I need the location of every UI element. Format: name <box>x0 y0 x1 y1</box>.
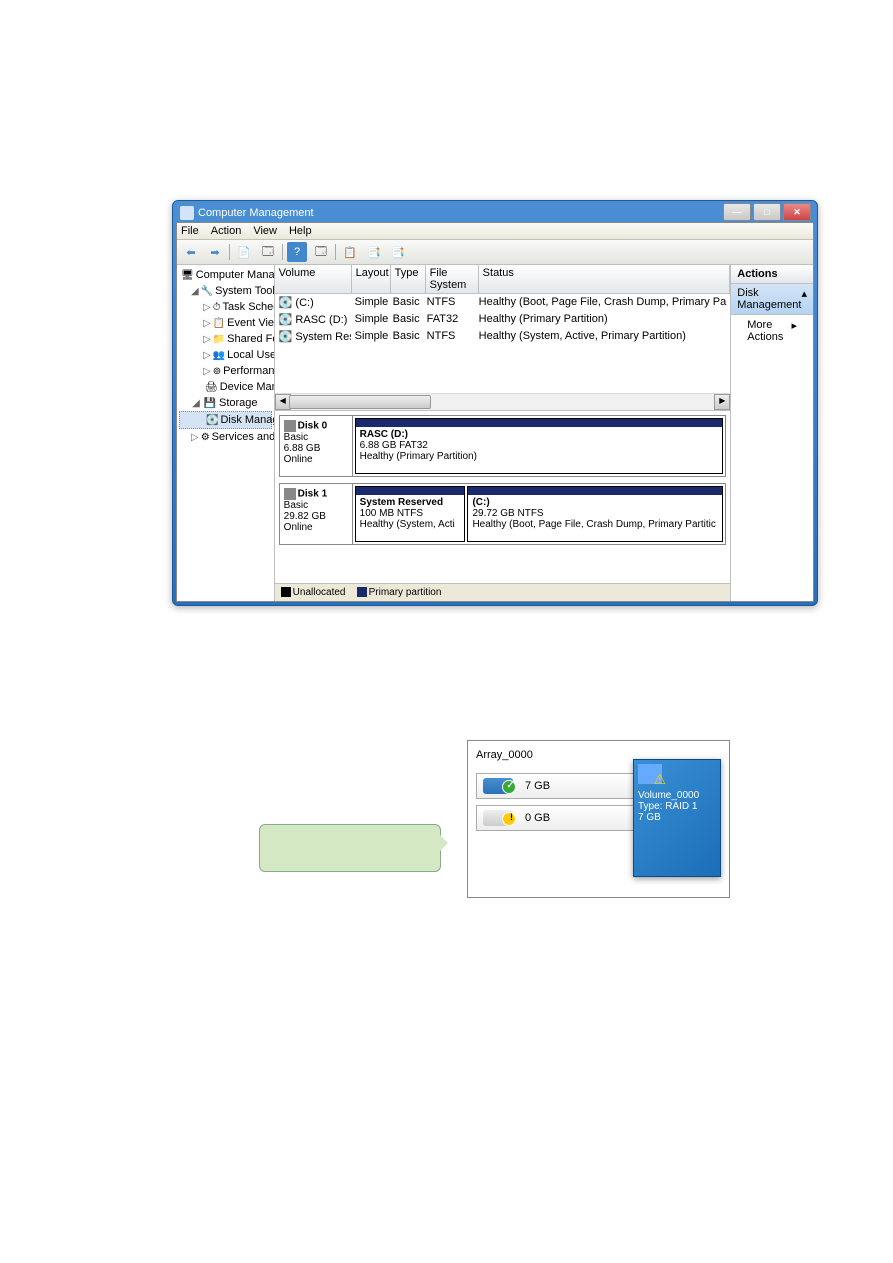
tree-storage[interactable]: ◢💾Storage <box>179 395 272 411</box>
nav-tree: 🖥Computer Management (Local) ◢🔧System To… <box>177 265 275 601</box>
actions-context[interactable]: Disk Management▴ <box>731 284 813 315</box>
window-title: Computer Management <box>198 207 314 219</box>
computer-management-window: Computer Management — □ ✕ File Action Vi… <box>172 200 818 606</box>
tree-devmgr[interactable]: 🖨Device Manager <box>179 379 272 395</box>
legend-primary-swatch <box>357 587 367 597</box>
partition[interactable]: RASC (D:)6.88 GB FAT32Healthy (Primary P… <box>355 418 724 474</box>
view-button[interactable]: 🗔 <box>311 242 331 262</box>
col-layout[interactable]: Layout <box>352 265 391 293</box>
scroll-right-icon[interactable]: ▶ <box>714 394 730 410</box>
volume-name: Volume_0000 <box>638 790 716 801</box>
disk-graphic-view: Disk 0Basic6.88 GBOnlineRASC (D:)6.88 GB… <box>275 411 731 583</box>
col-status[interactable]: Status <box>479 265 731 293</box>
properties-button[interactable]: 🗔 <box>258 242 278 262</box>
volume-warn-icon <box>638 764 662 784</box>
array-panel: Array_0000 7 GB 0 GB Volume_0000 Type: R… <box>467 740 730 898</box>
maximize-button[interactable]: □ <box>753 203 781 221</box>
disk2-size: 0 GB <box>525 812 550 824</box>
tree-users[interactable]: ▷👥Local Users and Groups <box>179 347 272 363</box>
col-fs[interactable]: File System <box>426 265 479 293</box>
tree-perf[interactable]: ▷⊚Performance <box>179 363 272 379</box>
tree-shared[interactable]: ▷📁Shared Folders <box>179 331 272 347</box>
tree-services[interactable]: ▷⚙Services and Applications <box>179 429 272 445</box>
menubar: File Action View Help <box>177 223 813 240</box>
volume-size: 7 GB <box>638 812 716 823</box>
partition[interactable]: System Reserved100 MB NTFSHealthy (Syste… <box>355 486 466 542</box>
menu-file[interactable]: File <box>181 225 199 237</box>
collapse-icon: ▴ <box>801 287 807 311</box>
tree-systools[interactable]: ◢🔧System Tools <box>179 283 272 299</box>
scroll-thumb[interactable] <box>289 395 431 409</box>
legend-unalloc-swatch <box>281 587 291 597</box>
table-row[interactable]: 💽 System ReservedSimpleBasicNTFSHealthy … <box>275 328 731 345</box>
disk-warn-icon <box>483 810 513 826</box>
up-button[interactable]: 📄 <box>234 242 254 262</box>
h-scrollbar[interactable]: ◀ ▶ <box>275 393 731 410</box>
action2-button[interactable]: 📑 <box>388 242 408 262</box>
disk-info[interactable]: Disk 1Basic29.82 GBOnline <box>280 484 353 544</box>
forward-button[interactable]: ➡ <box>205 242 225 262</box>
tree-diskmgmt[interactable]: 💽Disk Management <box>179 411 272 429</box>
refresh-button[interactable]: 📋 <box>340 242 360 262</box>
volume-table: Volume Layout Type File System Status 💽 … <box>275 265 731 411</box>
legend: Unallocated Primary partition <box>275 583 731 601</box>
col-volume[interactable]: Volume <box>275 265 352 293</box>
tree-event[interactable]: ▷📋Event Viewer <box>179 315 272 331</box>
disk1-size: 7 GB <box>525 780 550 792</box>
table-row[interactable]: 💽 RASC (D:)SimpleBasicFAT32Healthy (Prim… <box>275 311 731 328</box>
help-button[interactable]: ? <box>287 242 307 262</box>
partition[interactable]: (C:)29.72 GB NTFSHealthy (Boot, Page Fil… <box>467 486 723 542</box>
menu-action[interactable]: Action <box>211 225 242 237</box>
actions-header: Actions <box>731 265 813 284</box>
actions-pane: Actions Disk Management▴ More Actions▸ <box>731 265 813 601</box>
hdd-ok-icon <box>483 778 513 794</box>
volume-card[interactable]: Volume_0000 Type: RAID 1 7 GB <box>633 759 721 877</box>
action1-button[interactable]: 📑 <box>364 242 384 262</box>
close-button[interactable]: ✕ <box>783 203 811 221</box>
disk-info[interactable]: Disk 0Basic6.88 GBOnline <box>280 416 353 476</box>
titlebar[interactable]: Computer Management — □ ✕ <box>176 204 814 222</box>
disk-box: Disk 1Basic29.82 GBOnlineSystem Reserved… <box>279 483 727 545</box>
volume-type: Type: RAID 1 <box>638 801 716 812</box>
app-icon <box>180 206 194 220</box>
col-type[interactable]: Type <box>391 265 426 293</box>
toolbar: ⬅ ➡ 📄 🗔 ? 🗔 📋 📑 📑 <box>177 240 813 265</box>
minimize-button[interactable]: — <box>723 203 751 221</box>
disk-box: Disk 0Basic6.88 GBOnlineRASC (D:)6.88 GB… <box>279 415 727 477</box>
more-actions[interactable]: More Actions▸ <box>731 315 813 347</box>
menu-help[interactable]: Help <box>289 225 312 237</box>
back-button[interactable]: ⬅ <box>181 242 201 262</box>
tree-task[interactable]: ▷⏱Task Scheduler <box>179 299 272 315</box>
callout-bubble <box>259 824 441 872</box>
table-row[interactable]: 💽 (C:)SimpleBasicNTFSHealthy (Boot, Page… <box>275 294 731 311</box>
chevron-right-icon: ▸ <box>791 319 797 343</box>
menu-view[interactable]: View <box>253 225 277 237</box>
tree-root[interactable]: 🖥Computer Management (Local) <box>179 267 272 283</box>
